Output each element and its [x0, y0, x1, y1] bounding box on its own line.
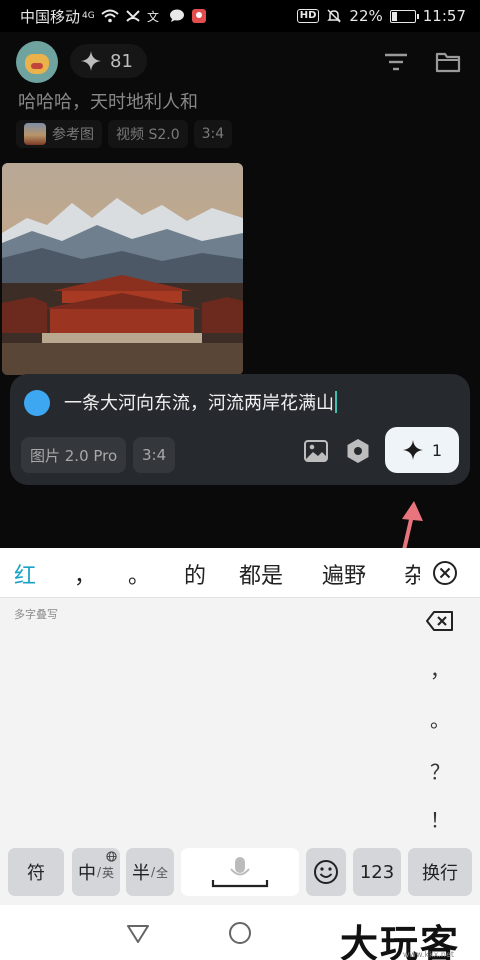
- enter-key[interactable]: 换行: [408, 848, 472, 896]
- settings-hexagon-icon[interactable]: [343, 436, 373, 466]
- status-bar: 中国移动 4G 文 HD 22% 11:57: [0, 0, 480, 32]
- history-prompt: 哈哈哈，天时地利人和: [18, 92, 198, 113]
- home-circle-icon[interactable]: [226, 919, 254, 947]
- credits-badge[interactable]: 81: [70, 44, 147, 78]
- exclamation-key[interactable]: ！: [426, 804, 454, 833]
- missed-call-icon: [126, 10, 140, 22]
- candidate-5[interactable]: 都是: [239, 558, 283, 590]
- candidate-4[interactable]: 的: [184, 558, 206, 590]
- space-key[interactable]: [181, 848, 299, 896]
- text-caret: [335, 391, 337, 413]
- battery-percent: 22%: [349, 7, 383, 25]
- ratio-chip: 3:4: [193, 120, 233, 148]
- generated-image[interactable]: [2, 163, 243, 375]
- mute-bell-icon: [327, 9, 342, 23]
- clock: 11:57: [422, 7, 466, 25]
- model-chip: 视频 S2.0: [108, 120, 188, 148]
- credits-count: 81: [110, 50, 133, 72]
- candidate-7[interactable]: 杂: [404, 558, 420, 590]
- symbols-key[interactable]: 符: [8, 848, 64, 896]
- hd-voice-icon: HD: [296, 9, 320, 23]
- numbers-key[interactable]: 123: [353, 848, 401, 896]
- generate-button[interactable]: 1: [385, 427, 459, 473]
- handwriting-keyboard[interactable]: 多字叠写 ， 。 ？ ！ 符 中 / 英 半 / 全 123 换行: [0, 598, 480, 905]
- svg-text:文: 文: [147, 9, 159, 23]
- width-main-label: 半: [131, 863, 150, 884]
- battery-icon: [389, 9, 419, 23]
- ratio-label: 3:4: [201, 126, 225, 142]
- app-header: 81: [0, 38, 480, 86]
- language-sub-label: 英: [102, 865, 115, 880]
- translate-icon: 文: [147, 9, 159, 23]
- filter-icon[interactable]: [382, 48, 410, 76]
- palace-landscape-image: [2, 163, 243, 375]
- model-label: 视频 S2.0: [116, 127, 180, 143]
- reference-label: 参考图: [52, 127, 94, 143]
- emoji-smile-icon: [314, 860, 338, 884]
- globe-icon: [106, 851, 117, 862]
- width-sub-label: 全: [156, 865, 169, 880]
- period-key[interactable]: 。: [426, 704, 454, 733]
- ratio-selector-label: 3:4: [142, 446, 167, 464]
- prompt-composer: 一条大河向东流，河流两岸花满山 图片 2.0 Pro 3:4 1: [10, 374, 470, 485]
- sparkle-icon: [80, 50, 102, 72]
- symbols-key-label: 符: [27, 863, 45, 884]
- map-pin-icon: [191, 9, 206, 23]
- carrier-label: 中国移动: [20, 7, 81, 26]
- sparkle-icon: [402, 439, 423, 461]
- ratio-selector[interactable]: 3:4: [133, 437, 176, 473]
- numbers-key-label: 123: [359, 861, 395, 883]
- screen: 中国移动 4G 文 HD 22% 11:57 81 哈哈哈，天时地利人和 参考图…: [0, 0, 480, 960]
- folder-icon[interactable]: [434, 48, 462, 76]
- candidate-6[interactable]: 遍野: [322, 558, 366, 590]
- candidate-1[interactable]: 红: [14, 558, 36, 590]
- prompt-input[interactable]: 一条大河向东流，河流两岸花满山: [64, 389, 337, 415]
- microphone-icon: [211, 857, 269, 888]
- model-selector-label: 图片 2.0 Pro: [30, 446, 118, 465]
- enter-key-label: 换行: [422, 863, 458, 884]
- language-main-label: 中: [77, 863, 96, 884]
- handwriting-hint: 多字叠写: [14, 608, 58, 621]
- history-meta: 参考图 视频 S2.0 3:4: [16, 120, 233, 148]
- candidate-2[interactable]: ，: [74, 558, 96, 590]
- reference-chip[interactable]: 参考图: [16, 120, 102, 148]
- question-key[interactable]: ？: [426, 756, 454, 785]
- watermark-url: www.kkx.net: [402, 950, 454, 959]
- ime-candidate-bar: 红 ， 。 的 都是 遍野 杂: [0, 548, 480, 598]
- composer-status-dot: [24, 390, 50, 416]
- reference-thumbnail: [24, 123, 46, 145]
- chat-bubble-icon: [169, 9, 184, 22]
- back-triangle-icon[interactable]: [124, 919, 152, 947]
- image-upload-icon[interactable]: [301, 436, 331, 466]
- avatar[interactable]: [16, 41, 58, 83]
- comma-key[interactable]: ，: [426, 654, 454, 683]
- language-switch-key[interactable]: 中 / 英: [72, 848, 120, 896]
- backspace-icon[interactable]: [425, 610, 455, 632]
- model-selector[interactable]: 图片 2.0 Pro: [21, 437, 127, 473]
- width-toggle-key[interactable]: 半 / 全: [126, 848, 174, 896]
- prompt-input-value: 一条大河向东流，河流两岸花满山: [64, 393, 334, 414]
- emoji-key[interactable]: [306, 848, 346, 896]
- candidate-3[interactable]: 。: [128, 558, 150, 590]
- generate-cost: 1: [431, 440, 443, 460]
- wifi-icon: [101, 9, 119, 23]
- close-candidates-icon[interactable]: [432, 560, 458, 586]
- network-type: 4G: [82, 11, 95, 21]
